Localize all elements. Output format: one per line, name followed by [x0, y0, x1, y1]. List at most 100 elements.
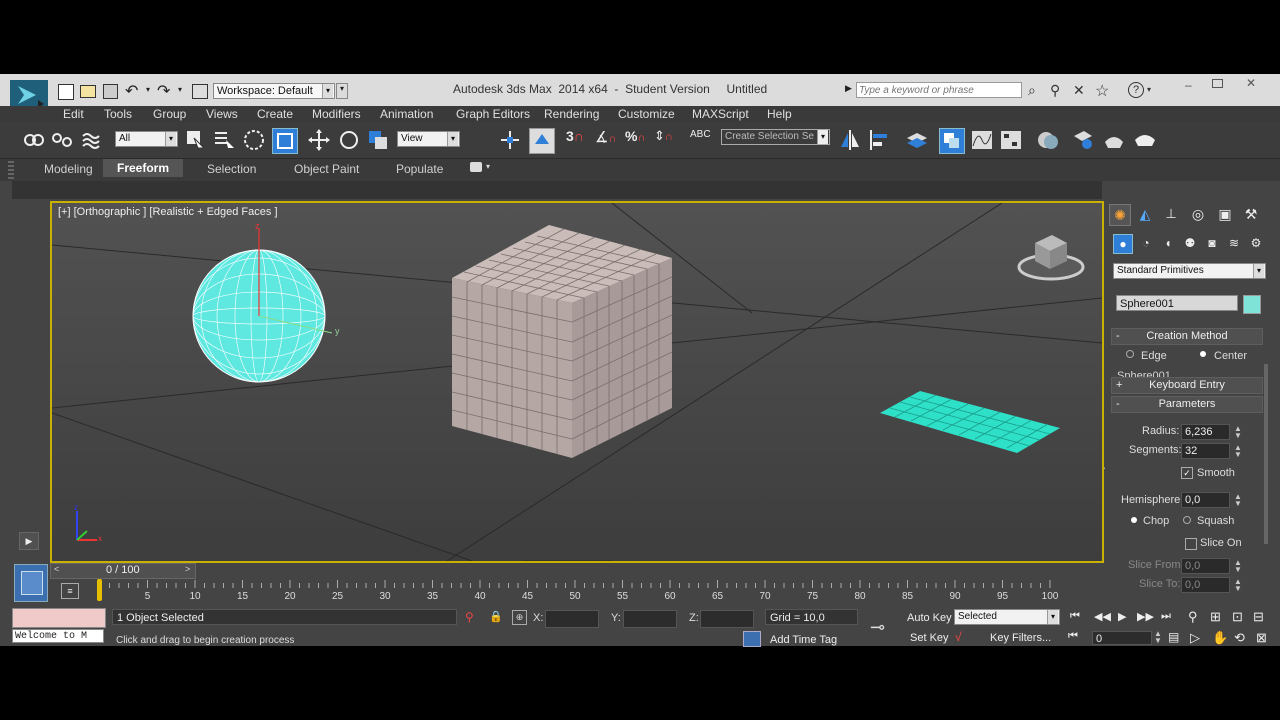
- object-color-swatch[interactable]: [1243, 295, 1261, 314]
- tab-selection[interactable]: Selection: [207, 162, 256, 176]
- utilities-tab-icon[interactable]: ⚒: [1241, 204, 1261, 224]
- time-configuration-icon[interactable]: ▤: [1168, 630, 1179, 644]
- key-marker[interactable]: [97, 579, 102, 601]
- binoculars-icon[interactable]: ⌕: [1028, 82, 1036, 99]
- segments-spinner[interactable]: 32 ▲ ▼: [1181, 443, 1242, 459]
- spinner-arrows-icon[interactable]: ▲ ▼: [1233, 578, 1243, 593]
- spinner-snap-icon[interactable]: ⇕∩: [654, 128, 678, 152]
- add-time-tag-label[interactable]: Add Time Tag: [770, 634, 837, 646]
- snaps-toggle-icon[interactable]: 3∩: [566, 128, 590, 152]
- time-slider-prev-icon[interactable]: <: [54, 564, 59, 574]
- menu-maxscript[interactable]: MAXScript: [692, 107, 749, 121]
- zoom-icon[interactable]: ⚲: [1188, 609, 1198, 625]
- subscription-icon[interactable]: ⚲: [1050, 82, 1060, 99]
- selection-lock-icon[interactable]: 🔒: [489, 610, 503, 623]
- rendered-frame-window-icon[interactable]: [1102, 128, 1126, 152]
- key-filters-button[interactable]: Key Filters...: [990, 632, 1051, 644]
- modify-tab-icon[interactable]: ◭: [1135, 204, 1155, 224]
- current-frame-field[interactable]: 0: [1092, 631, 1152, 645]
- key-mode-dropdown[interactable]: Selected ▾: [954, 609, 1060, 625]
- chop-radio[interactable]: [1131, 517, 1137, 523]
- geometry-category-icon[interactable]: ●: [1113, 234, 1133, 254]
- radius-spinner[interactable]: 6,236 ▲ ▼: [1181, 424, 1242, 440]
- motion-tab-icon[interactable]: ◎: [1188, 204, 1208, 224]
- create-tab-icon[interactable]: ✺: [1109, 204, 1131, 226]
- select-and-link-icon[interactable]: [22, 128, 46, 152]
- key-mode-toggle-icon[interactable]: ⏮: [1068, 630, 1078, 643]
- shapes-category-icon[interactable]: ◔: [1137, 234, 1155, 252]
- graphite-modeling-toggle-icon[interactable]: [939, 128, 965, 154]
- object-category-dropdown[interactable]: Standard Primitives ▾: [1113, 263, 1266, 279]
- mini-curve-editor-button[interactable]: [14, 564, 48, 602]
- set-key-button[interactable]: Set Key: [910, 632, 949, 644]
- help-dropdown-icon[interactable]: ▾: [1147, 85, 1151, 94]
- pivot-center-icon[interactable]: [498, 128, 522, 152]
- spinner-arrows-icon[interactable]: ▲ ▼: [1233, 559, 1243, 574]
- search-expand-icon[interactable]: ▶: [845, 83, 852, 94]
- orbit-icon[interactable]: ⟲: [1234, 630, 1245, 646]
- redo-icon[interactable]: ↷: [157, 81, 170, 101]
- viewport-play-button[interactable]: ▶: [19, 532, 39, 550]
- zoom-all-icon[interactable]: ⊞: [1210, 609, 1221, 625]
- menu-animation[interactable]: Animation: [380, 107, 433, 121]
- select-and-move-icon[interactable]: [307, 128, 331, 152]
- systems-category-icon[interactable]: ⚙: [1247, 234, 1265, 252]
- absolute-mode-icon[interactable]: ⊕: [512, 610, 527, 625]
- previous-frame-icon[interactable]: ◀◀: [1094, 610, 1111, 623]
- creation-method-rollout[interactable]: - Creation Method: [1111, 328, 1263, 345]
- minimize-icon[interactable]: –: [1185, 78, 1192, 92]
- save-file-icon[interactable]: [103, 84, 118, 99]
- smooth-checkbox[interactable]: ✓: [1181, 467, 1193, 479]
- hierarchy-tab-icon[interactable]: ⊥: [1161, 204, 1181, 224]
- cameras-category-icon[interactable]: ⚉: [1181, 234, 1199, 252]
- menu-views[interactable]: Views: [206, 107, 238, 121]
- spinner-arrows-icon[interactable]: ▲ ▼: [1233, 425, 1243, 440]
- help-icon[interactable]: ?: [1128, 82, 1144, 98]
- communication-center-icon[interactable]: ✕: [1073, 82, 1085, 99]
- next-frame-icon[interactable]: ▶▶: [1137, 610, 1154, 623]
- pan-view-icon[interactable]: ✋: [1212, 630, 1228, 646]
- menu-tools[interactable]: Tools: [104, 107, 132, 121]
- project-folder-icon[interactable]: [192, 84, 208, 99]
- play-icon[interactable]: ▶: [1118, 610, 1126, 623]
- slice-from-spinner[interactable]: 0,0 ▲ ▼: [1181, 558, 1242, 574]
- ribbon-options-icon[interactable]: [470, 162, 482, 172]
- menu-group[interactable]: Group: [153, 107, 186, 121]
- goto-end-icon[interactable]: ⏭: [1161, 610, 1171, 623]
- isolate-selection-icon[interactable]: ⚲: [465, 610, 474, 624]
- object-name-box[interactable]: Sphere001: [1116, 295, 1238, 311]
- z-coordinate-field[interactable]: [700, 610, 754, 628]
- squash-radio[interactable]: [1183, 516, 1191, 524]
- time-slider[interactable]: < 0 / 100 >: [50, 563, 196, 579]
- tab-object-paint[interactable]: Object Paint: [294, 162, 359, 176]
- viewport-label[interactable]: [+] [Orthographic ] [Realistic + Edged F…: [58, 206, 278, 218]
- maximize-icon[interactable]: [1212, 79, 1223, 88]
- menu-edit[interactable]: Edit: [63, 107, 84, 121]
- tab-freeform[interactable]: Freeform: [103, 159, 183, 177]
- new-file-icon[interactable]: [58, 84, 74, 100]
- search-input[interactable]: [856, 82, 1022, 98]
- maxscript-mini[interactable]: Welcome to M: [12, 629, 104, 643]
- layer-manager-icon[interactable]: [905, 128, 929, 152]
- menu-graph-editors[interactable]: Graph Editors: [456, 107, 530, 121]
- unlink-selection-icon[interactable]: [50, 128, 74, 152]
- ribbon-options-dropdown-icon[interactable]: ▾: [486, 162, 490, 171]
- named-selection-dropdown[interactable]: Create Selection Se ▾: [721, 129, 830, 145]
- reference-coord-dropdown[interactable]: View ▾: [397, 131, 460, 147]
- maxscript-listener[interactable]: [12, 608, 106, 628]
- render-setup-icon[interactable]: [1071, 128, 1095, 152]
- quick-access-dropdown-icon[interactable]: ▾: [336, 83, 348, 99]
- parameters-rollout[interactable]: - Parameters: [1111, 396, 1263, 413]
- curve-editor-icon[interactable]: [970, 128, 994, 152]
- select-and-rotate-icon[interactable]: [337, 128, 361, 152]
- tab-modeling[interactable]: Modeling: [44, 162, 93, 176]
- menu-customize[interactable]: Customize: [618, 107, 675, 121]
- menu-modifiers[interactable]: Modifiers: [312, 107, 361, 121]
- select-and-manipulate-icon[interactable]: [529, 128, 555, 154]
- angle-snap-icon[interactable]: ∡∩: [595, 128, 619, 152]
- zoom-extents-icon[interactable]: ⊡: [1232, 609, 1243, 625]
- select-and-scale-icon[interactable]: [366, 128, 390, 152]
- perspective-viewport[interactable]: [+] [Orthographic ] [Realistic + Edged F…: [50, 201, 1104, 563]
- auto-key-button[interactable]: Auto Key: [907, 612, 952, 624]
- select-by-name-icon[interactable]: [212, 128, 236, 152]
